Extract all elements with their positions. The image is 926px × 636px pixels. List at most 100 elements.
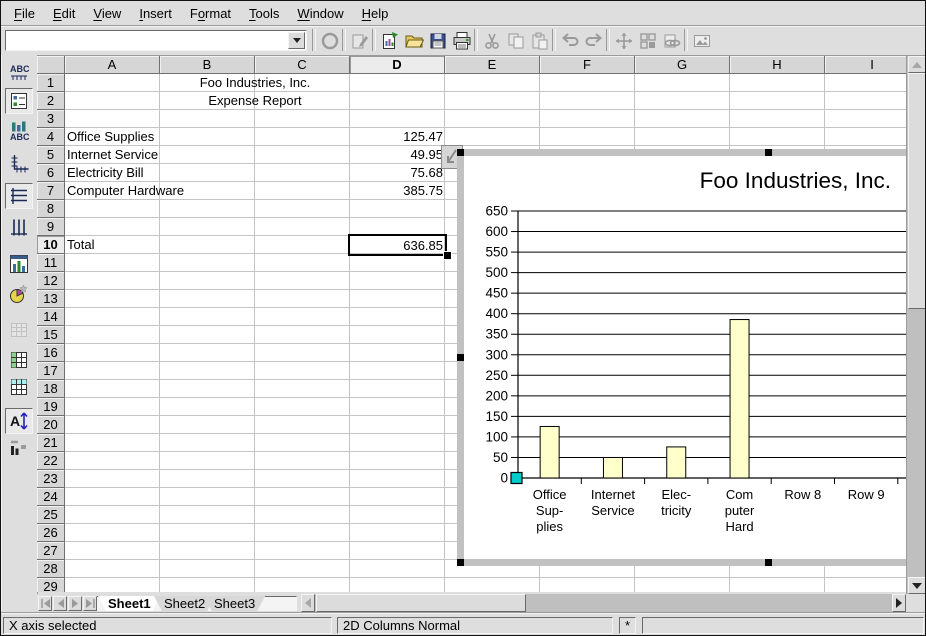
row-header-16[interactable]: 16 (37, 344, 65, 362)
bar-1[interactable] (540, 426, 559, 478)
scroll-right-button[interactable] (892, 594, 906, 612)
open-button[interactable] (402, 29, 425, 52)
print-button[interactable] (450, 29, 473, 52)
horizontal-grid-toggle-button[interactable] (5, 183, 33, 209)
url-combobox[interactable] (5, 30, 307, 51)
scale-text-button[interactable]: A (5, 408, 33, 434)
row-header-17[interactable]: 17 (37, 362, 65, 380)
row-header-18[interactable]: 18 (37, 380, 65, 398)
chart-handle-bottom-left[interactable] (457, 559, 464, 566)
scroll-left-button[interactable] (301, 594, 315, 612)
menu-edit[interactable]: Edit (44, 3, 84, 24)
row-header-23[interactable]: 23 (37, 470, 65, 488)
bar-4[interactable] (730, 320, 749, 478)
column-header-H[interactable]: H (730, 56, 825, 74)
menu-file[interactable]: File (5, 3, 44, 24)
chart-handle-middle-left[interactable] (457, 354, 464, 361)
row-header-4[interactable]: 4 (37, 128, 65, 146)
gallery-button[interactable] (690, 29, 713, 52)
chart-axes-toggle-button[interactable] (5, 151, 33, 177)
url-input[interactable] (7, 32, 293, 49)
horizontal-scrollbar[interactable] (301, 594, 906, 612)
sheet-tab-sheet3[interactable]: Sheet3 (204, 596, 265, 611)
data-in-rows-button[interactable] (5, 347, 33, 373)
row-header-12[interactable]: 12 (37, 272, 65, 290)
vertical-scrollbar[interactable] (906, 56, 925, 594)
scroll-down-button[interactable] (908, 577, 926, 594)
column-header-C[interactable]: C (255, 56, 350, 74)
column-header-D[interactable]: D (350, 56, 445, 74)
row-header-11[interactable]: 11 (37, 254, 65, 272)
stylist-button[interactable] (636, 29, 659, 52)
x-axis-label[interactable]: ComputerHard (725, 487, 755, 534)
fill-handle[interactable] (443, 251, 452, 260)
chart-axes-titles-toggle-button[interactable]: ABC (5, 118, 33, 144)
menu-help[interactable]: Help (353, 3, 398, 24)
row-header-5[interactable]: 5 (37, 146, 65, 164)
row-header-28[interactable]: 28 (37, 560, 65, 578)
column-header-E[interactable]: E (445, 56, 540, 74)
column-header-F[interactable]: F (540, 56, 635, 74)
chart-title[interactable]: Foo Industries, Inc. (700, 168, 891, 193)
row-header-24[interactable]: 24 (37, 488, 65, 506)
menu-tools[interactable]: Tools (240, 3, 288, 24)
x-axis-label[interactable]: Row 8 (784, 487, 821, 502)
menu-window[interactable]: Window (288, 3, 352, 24)
chart-handle-top-middle[interactable] (765, 149, 772, 156)
bar-2[interactable] (603, 457, 622, 478)
row-header-21[interactable]: 21 (37, 434, 65, 452)
menu-insert[interactable]: Insert (130, 3, 181, 24)
chart-handle-top-left[interactable] (457, 149, 464, 156)
row-header-26[interactable]: 26 (37, 524, 65, 542)
row-header-22[interactable]: 22 (37, 452, 65, 470)
stop-button[interactable] (318, 29, 341, 52)
last-sheet-button[interactable] (83, 596, 97, 611)
paste-button[interactable] (528, 29, 551, 52)
new-document-button[interactable] (378, 29, 401, 52)
x-axis-selection-handle[interactable] (511, 473, 522, 484)
data-in-columns-button[interactable] (5, 374, 33, 400)
redo-button[interactable] (582, 29, 605, 52)
edit-document-button[interactable] (348, 29, 371, 52)
chart-type-button[interactable] (5, 251, 33, 277)
row-header-27[interactable]: 27 (37, 542, 65, 560)
copy-button[interactable] (504, 29, 527, 52)
row-header-7[interactable]: 7 (37, 182, 65, 200)
save-button[interactable] (426, 29, 449, 52)
chart-handle-bottom-middle[interactable] (765, 559, 772, 566)
row-header-8[interactable]: 8 (37, 200, 65, 218)
navigator-button[interactable] (612, 29, 635, 52)
bar-3[interactable] (667, 447, 686, 478)
x-axis-label[interactable]: Elec-tricity (661, 487, 692, 518)
next-sheet-button[interactable] (68, 596, 82, 611)
cut-button[interactable] (480, 29, 503, 52)
row-header-13[interactable]: 13 (37, 290, 65, 308)
column-header-A[interactable]: A (65, 56, 160, 74)
active-cell-selection[interactable]: 636.85 (348, 234, 447, 256)
chart-autoformat-button[interactable] (5, 281, 33, 307)
row-header-25[interactable]: 25 (37, 506, 65, 524)
row-header-2[interactable]: 2 (37, 92, 65, 110)
chart-titles-toggle-button[interactable]: ABC (5, 60, 33, 86)
select-all-corner[interactable] (37, 56, 65, 74)
horizontal-scroll-thumb[interactable] (316, 594, 526, 612)
row-header-1[interactable]: 1 (37, 74, 65, 92)
first-sheet-button[interactable] (38, 596, 52, 611)
undo-button[interactable] (558, 29, 581, 52)
row-header-20[interactable]: 20 (37, 416, 65, 434)
spreadsheet-grid[interactable]: ABCDEFGHI1234567891011121314151617181920… (37, 56, 906, 592)
row-header-14[interactable]: 14 (37, 308, 65, 326)
column-header-I[interactable]: I (825, 56, 906, 74)
x-axis-label[interactable]: Row 9 (848, 487, 885, 502)
previous-sheet-button[interactable] (53, 596, 67, 611)
row-header-19[interactable]: 19 (37, 398, 65, 416)
chart-legend-toggle-button[interactable] (5, 88, 33, 114)
x-axis-label[interactable]: InternetService (591, 487, 635, 518)
row-header-29[interactable]: 29 (37, 578, 65, 592)
scroll-up-button[interactable] (908, 56, 926, 73)
column-header-G[interactable]: G (635, 56, 730, 74)
hyperlink-button[interactable] (660, 29, 683, 52)
menu-view[interactable]: View (84, 3, 130, 24)
vertical-grid-toggle-button[interactable] (5, 215, 33, 241)
row-header-9[interactable]: 9 (37, 218, 65, 236)
